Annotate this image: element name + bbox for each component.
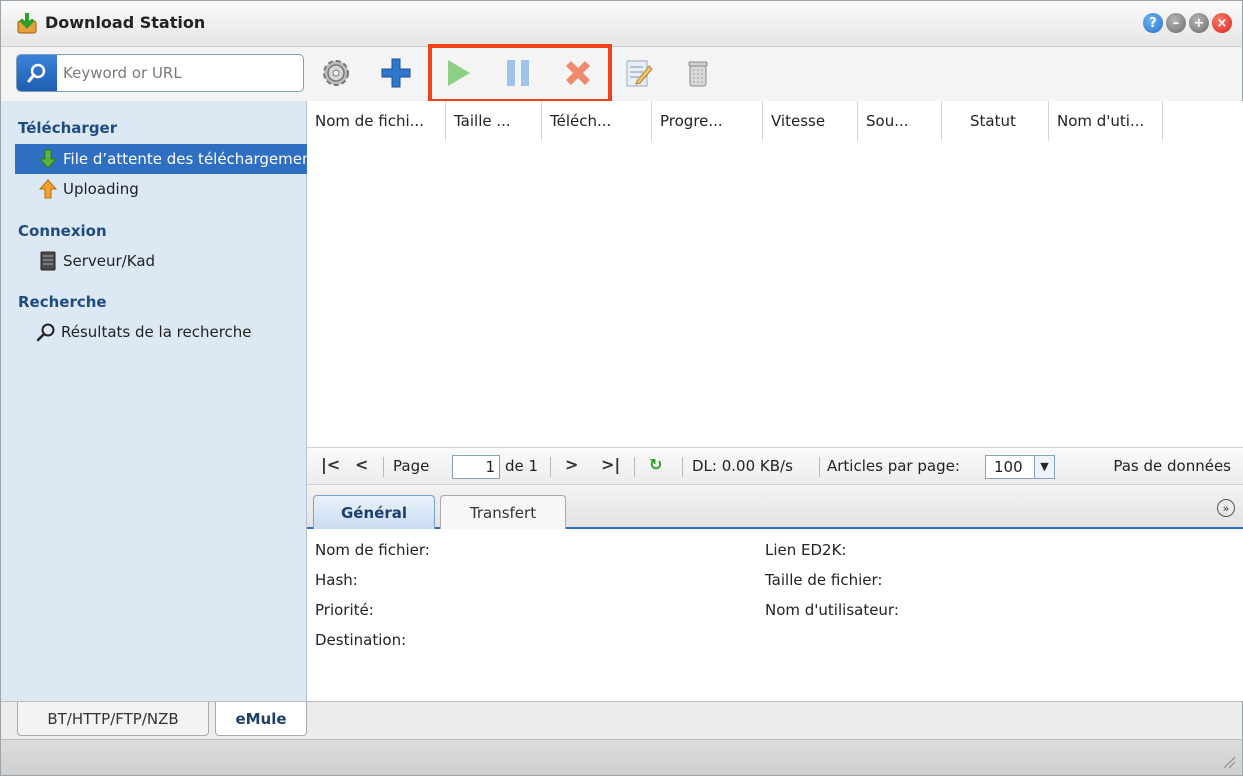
detail-panel: Général Transfert » Nom de fichier: Hash… (307, 485, 1243, 701)
close-icon[interactable]: × (1212, 13, 1232, 33)
column-header-filename[interactable]: Nom de fichi... (307, 101, 446, 141)
sidebar: Télécharger File d’attente des télécharg… (1, 101, 307, 701)
next-page-icon[interactable]: > (565, 455, 578, 474)
pagination-bar: |< < Page 1 de 1 > >| ↻ DL: 0.00 KB/s Ar… (307, 447, 1243, 485)
page-count-label: de 1 (505, 457, 539, 475)
detail-tabs: Général Transfert » (307, 485, 1243, 529)
sidebar-item-uploading[interactable]: Uploading (15, 174, 307, 204)
toolbar-highlight (428, 44, 612, 103)
column-header-downloaded[interactable]: Téléch... (542, 101, 652, 141)
resize-grip-icon[interactable] (1222, 755, 1236, 769)
protocol-tabs: BT/HTTP/FTP/NZB eMule (1, 701, 1242, 739)
chevron-down-icon[interactable]: ▼ (1034, 456, 1054, 478)
first-page-icon[interactable]: |< (321, 455, 340, 474)
refresh-icon[interactable]: ↻ (649, 455, 662, 474)
sidebar-item-label: Résultats de la recherche (61, 323, 252, 341)
sidebar-item-label: Uploading (63, 180, 139, 198)
search-input[interactable] (61, 61, 296, 85)
search-box[interactable] (16, 54, 304, 92)
page-number-input[interactable]: 1 (452, 455, 500, 479)
items-per-page-select[interactable]: 100 ▼ (985, 455, 1055, 479)
maximize-icon[interactable]: + (1189, 13, 1209, 33)
field-filename: Nom de fichier: (315, 541, 430, 559)
field-file-size: Taille de fichier: (765, 571, 883, 589)
page-label: Page (393, 457, 430, 475)
download-station-icon (15, 12, 39, 35)
trash-icon (688, 61, 708, 87)
download-speed-label: DL: 0.00 KB/s (692, 457, 793, 475)
column-header-size[interactable]: Taille ... (446, 101, 542, 141)
gear-icon (323, 60, 349, 86)
last-page-icon[interactable]: >| (601, 455, 620, 474)
items-per-page-label: Articles par page: (827, 457, 960, 475)
field-ed2k-link: Lien ED2K: (765, 541, 847, 559)
sidebar-header-search: Recherche (18, 293, 107, 311)
field-priority: Priorité: (315, 601, 374, 619)
sidebar-item-label: Serveur/Kad (63, 252, 156, 270)
status-bar (1, 739, 1242, 775)
column-header-progress[interactable]: Progre... (652, 101, 763, 141)
tab-bt-http-ftp-nzb[interactable]: BT/HTTP/FTP/NZB (17, 702, 209, 736)
help-icon[interactable]: ? (1143, 13, 1163, 33)
tab-general[interactable]: Général (313, 495, 435, 529)
no-data-label: Pas de données (1113, 457, 1231, 475)
download-arrow-icon (37, 149, 59, 169)
field-hash: Hash: (315, 571, 358, 589)
column-header-status[interactable]: Statut (942, 101, 1049, 141)
sidebar-item-server-kad[interactable]: Serveur/Kad (15, 246, 307, 276)
magnifier-icon (35, 322, 57, 342)
collapse-panel-icon[interactable]: » (1217, 499, 1235, 517)
download-station-window: Download Station ? – + × Keyword or URL … (0, 0, 1243, 776)
previous-page-icon[interactable]: < (355, 455, 368, 474)
upload-arrow-icon (37, 179, 59, 199)
search-icon[interactable] (17, 55, 57, 91)
add-task-button[interactable] (376, 53, 416, 93)
settings-button[interactable] (316, 53, 356, 93)
sidebar-item-search-results[interactable]: Résultats de la recherche (15, 317, 307, 347)
sidebar-header-connection: Connexion (18, 222, 107, 240)
tab-emule[interactable]: eMule (215, 702, 307, 736)
field-destination: Destination: (315, 631, 407, 649)
column-header-username[interactable]: Nom d'uti... (1049, 101, 1163, 141)
sidebar-header-download: Télécharger (18, 119, 118, 137)
field-username: Nom d'utilisateur: (765, 601, 899, 619)
sidebar-item-label: File d’attente des téléchargements (63, 150, 307, 168)
server-icon (37, 251, 59, 271)
tab-transfer[interactable]: Transfert (440, 495, 566, 529)
window-title: Download Station (45, 13, 206, 32)
add-icon (381, 58, 411, 88)
minimize-icon[interactable]: – (1166, 13, 1186, 33)
column-header-sources[interactable]: Sou... (858, 101, 942, 141)
clear-completed-button[interactable] (678, 53, 718, 93)
download-list: Nom de fichi... Taille ... Téléch... Pro… (307, 101, 1243, 447)
title-bar[interactable]: Download Station ? – + × (1, 1, 1242, 47)
edit-icon (626, 60, 653, 87)
column-header-speed[interactable]: Vitesse (763, 101, 858, 141)
sidebar-item-download-queue[interactable]: File d’attente des téléchargements (15, 144, 307, 174)
edit-button[interactable] (618, 53, 658, 93)
